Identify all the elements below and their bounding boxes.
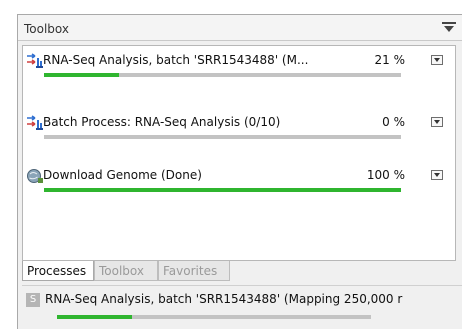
download-genome-icon [27,169,43,183]
process-item-rna-seq[interactable]: RNA-Seq Analysis, batch 'SRR1543488' (M.… [23,48,455,88]
status-progress-fill [57,315,133,319]
batch-process-icon [27,115,43,130]
process-percent: 21 % [374,53,406,67]
process-progress-fill [44,73,119,77]
toolbox-title: Toolbox [24,22,69,36]
status-bar: S RNA-Seq Analysis, batch 'SRR1543488' (… [22,285,462,329]
process-name: Batch Process: RNA-Seq Analysis (0/10) [43,115,281,129]
status-progress-bar [57,315,371,319]
process-item-batch[interactable]: Batch Process: RNA-Seq Analysis (0/10) 0… [23,110,455,150]
status-text: RNA-Seq Analysis, batch 'SRR1543488' (Ma… [45,292,403,306]
process-progress-fill [44,188,401,192]
process-item-download-genome[interactable]: Download Genome (Done) 100 % [23,163,455,203]
process-name: RNA-Seq Analysis, batch 'SRR1543488' (M.… [43,53,309,67]
process-percent: 0 % [382,115,405,129]
process-list: RNA-Seq Analysis, batch 'SRR1543488' (M.… [22,45,456,261]
process-progress-bar [44,188,401,192]
process-menu-button[interactable] [431,55,443,65]
tab-processes[interactable]: Processes [22,261,94,281]
process-percent: 100 % [366,168,405,182]
process-progress-bar [44,73,401,77]
panel-menu-icon[interactable] [442,21,456,33]
rna-seq-process-icon [27,53,43,68]
process-menu-button[interactable] [431,117,443,127]
toolbox-header: Toolbox [18,15,462,41]
toolbox-panel: Toolbox RNA-Seq Analysis, batch 'SRR1543… [17,14,462,329]
process-menu-button[interactable] [431,170,443,180]
process-name: Download Genome (Done) [43,168,202,182]
process-progress-bar [44,135,401,139]
tab-favorites[interactable]: Favorites [158,261,230,281]
tab-toolbox[interactable]: Toolbox [94,261,158,281]
status-process-icon[interactable]: S [26,293,40,307]
